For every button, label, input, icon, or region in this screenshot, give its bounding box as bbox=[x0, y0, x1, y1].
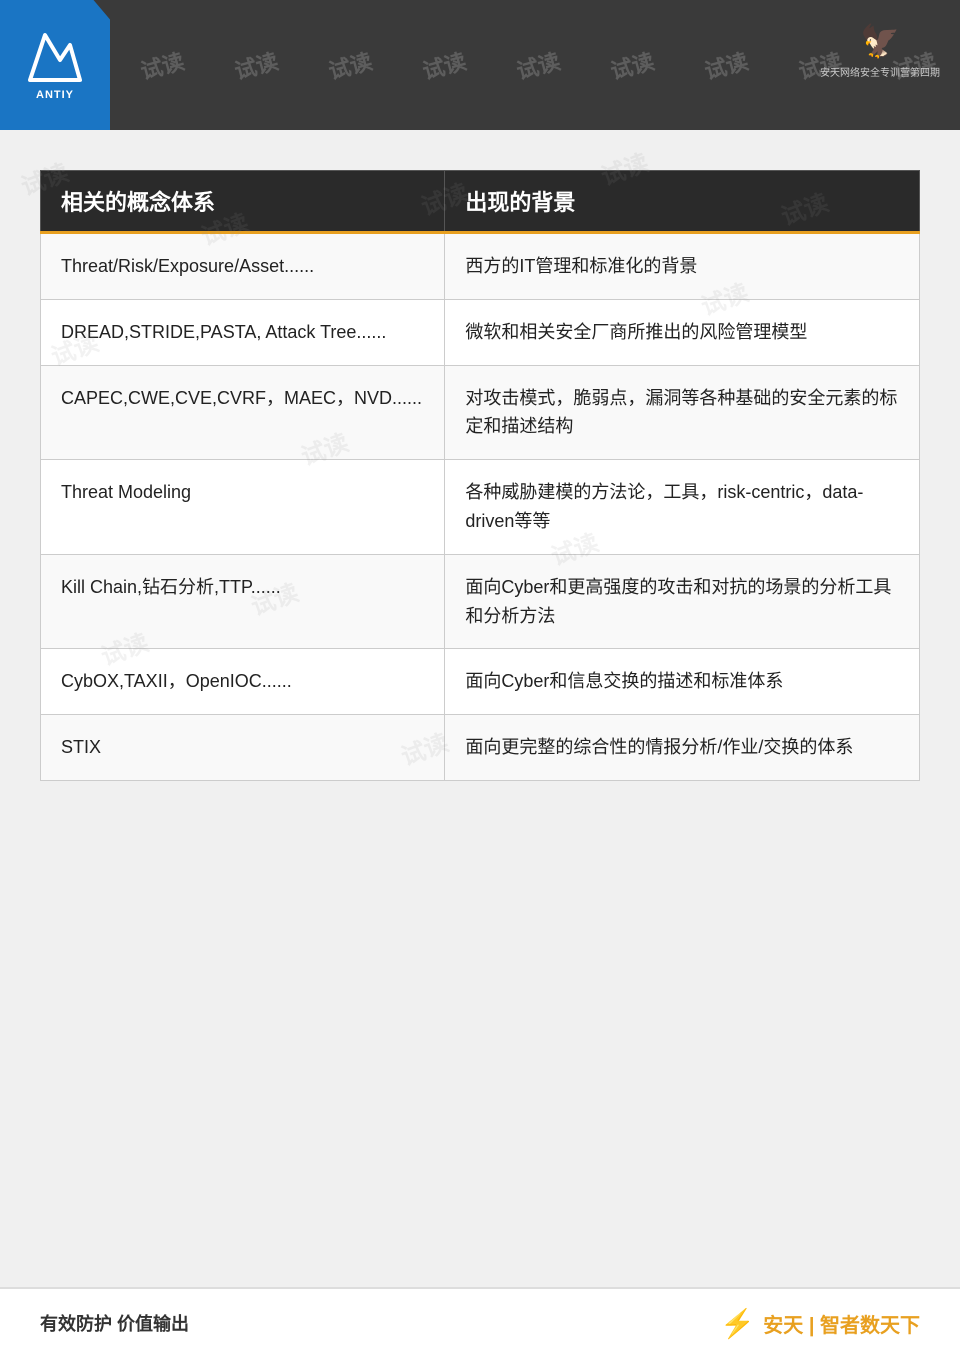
table-row: Threat Modeling各种威胁建模的方法论，工具，risk-centri… bbox=[41, 460, 920, 555]
footer-brand-name: 安天 bbox=[763, 1315, 803, 1337]
table-cell-right: 微软和相关安全厂商所推出的风险管理模型 bbox=[445, 299, 920, 365]
table-cell-right: 对攻击模式，脆弱点，漏洞等各种基础的安全元素的标定和描述结构 bbox=[445, 365, 920, 460]
table-cell-left: STIX bbox=[41, 715, 445, 781]
watermark-6: 试读 bbox=[607, 44, 658, 86]
table-row: Kill Chain,钻石分析,TTP......面向Cyber和更高强度的攻击… bbox=[41, 554, 920, 649]
col-left-header: 相关的概念体系 bbox=[41, 171, 445, 233]
main-table: 相关的概念体系 出现的背景 Threat/Risk/Exposure/Asset… bbox=[40, 170, 920, 781]
logo-text: ANTIY bbox=[36, 89, 74, 101]
table-cell-left: DREAD,STRIDE,PASTA, Attack Tree...... bbox=[41, 299, 445, 365]
watermark-1: 试读 bbox=[137, 44, 188, 86]
table-row: Threat/Risk/Exposure/Asset......西方的IT管理和… bbox=[41, 233, 920, 300]
footer-brand-separator: | bbox=[809, 1315, 815, 1337]
footer-brand-sub: 智者数天下 bbox=[820, 1315, 920, 1337]
header: ANTIY 试读 试读 试读 试读 试读 试读 试读 试读 试读 🦅 安天网络安… bbox=[0, 0, 960, 130]
table-cell-right: 西方的IT管理和标准化的背景 bbox=[445, 233, 920, 300]
watermark-4: 试读 bbox=[419, 44, 470, 86]
table-cell-right: 面向Cyber和更高强度的攻击和对抗的场景的分析工具和分析方法 bbox=[445, 554, 920, 649]
table-header-row: 相关的概念体系 出现的背景 bbox=[41, 171, 920, 233]
table-cell-left: CAPEC,CWE,CVE,CVRF，MAEC，NVD...... bbox=[41, 365, 445, 460]
main-content: 试读 试读 试读 试读 试读 试读 试读 试读 试读 试读 试读 试读 试读 试… bbox=[0, 130, 960, 811]
watermark-2: 试读 bbox=[231, 44, 282, 86]
table-row: CAPEC,CWE,CVE,CVRF，MAEC，NVD......对攻击模式，脆… bbox=[41, 365, 920, 460]
watermark-7: 试读 bbox=[701, 44, 752, 86]
table-cell-left: CybOX,TAXII，OpenIOC...... bbox=[41, 649, 445, 715]
table-row: DREAD,STRIDE,PASTA, Attack Tree......微软和… bbox=[41, 299, 920, 365]
table-cell-left: Threat/Risk/Exposure/Asset...... bbox=[41, 233, 445, 300]
table-cell-right: 各种威胁建模的方法论，工具，risk-centric，data-driven等等 bbox=[445, 460, 920, 555]
table-cell-right: 面向Cyber和信息交换的描述和标准体系 bbox=[445, 649, 920, 715]
table-cell-left: Kill Chain,钻石分析,TTP...... bbox=[41, 554, 445, 649]
footer-logo-icon: ⚡ bbox=[720, 1307, 755, 1340]
watermark-5: 试读 bbox=[513, 44, 564, 86]
brand-subtitle: 安天网络安全专训营第四期 bbox=[820, 64, 940, 79]
logo-box: ANTIY bbox=[0, 0, 110, 130]
table-row: STIX面向更完整的综合性的情报分析/作业/交换的体系 bbox=[41, 715, 920, 781]
header-right-logo: 🦅 安天网络安全专训营第四期 bbox=[820, 10, 940, 90]
footer-brand: ⚡ 安天 | 智者数天下 bbox=[720, 1307, 920, 1340]
table-body: Threat/Risk/Exposure/Asset......西方的IT管理和… bbox=[41, 233, 920, 781]
table-cell-right: 面向更完整的综合性的情报分析/作业/交换的体系 bbox=[445, 715, 920, 781]
watermark-3: 试读 bbox=[325, 44, 376, 86]
table-row: CybOX,TAXII，OpenIOC......面向Cyber和信息交换的描述… bbox=[41, 649, 920, 715]
col-right-header: 出现的背景 bbox=[445, 171, 920, 233]
table-cell-left: Threat Modeling bbox=[41, 460, 445, 555]
footer-brand-text: 安天 | 智者数天下 bbox=[763, 1309, 920, 1338]
logo-icon bbox=[25, 30, 85, 85]
footer: 有效防护 价值输出 ⚡ 安天 | 智者数天下 bbox=[0, 1287, 960, 1357]
footer-tagline: 有效防护 价值输出 bbox=[40, 1310, 189, 1336]
brand-icon: 🦅 bbox=[860, 22, 900, 60]
